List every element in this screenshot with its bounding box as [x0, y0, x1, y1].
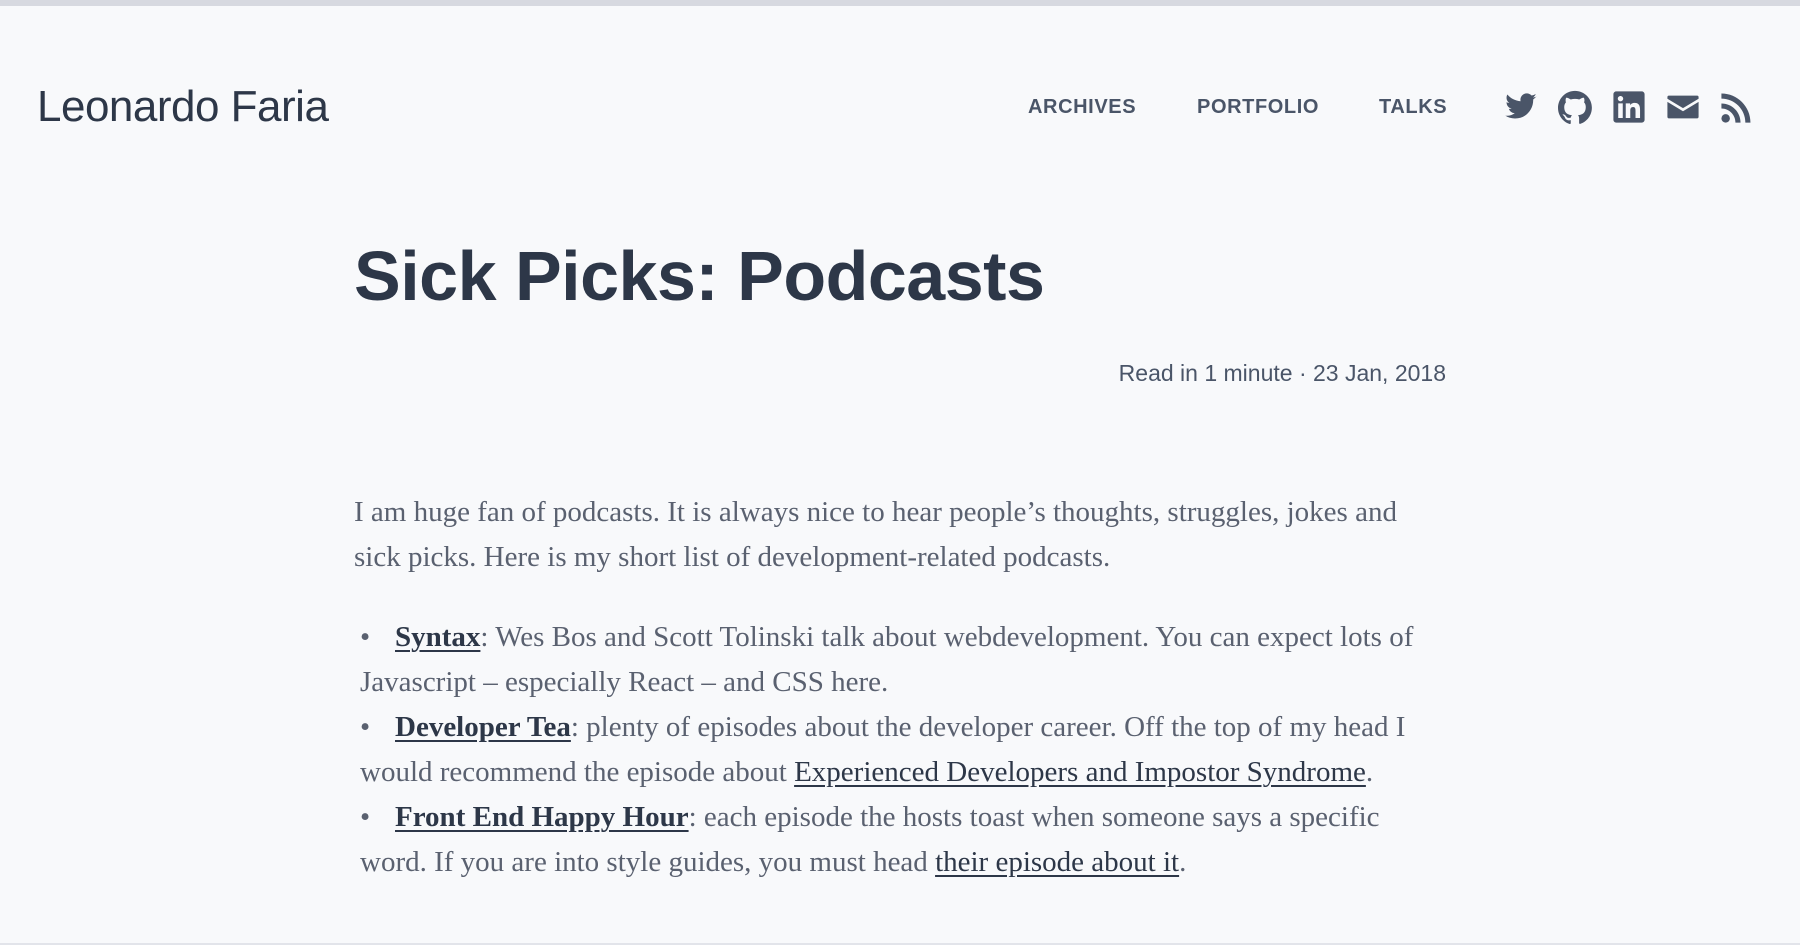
bullet: •: [360, 801, 371, 833]
post-title: Sick Picks: Podcasts: [354, 237, 1045, 315]
list-item: • Developer Tea: plenty of episodes about…: [354, 705, 1446, 795]
list-item: • Front End Happy Hour: each episode the …: [354, 795, 1446, 885]
bullet: •: [360, 621, 371, 653]
linkedin-icon[interactable]: [1612, 90, 1646, 124]
list-item-text: : Wes Bos and Scott Tolinski talk about …: [360, 621, 1414, 698]
list-item-text-end: .: [1365, 756, 1374, 788]
twitter-icon[interactable]: [1504, 90, 1538, 124]
list-item: • Syntax: Wes Bos and Scott Tolinski talk…: [354, 615, 1446, 705]
post-body: I am huge fan of podcasts. It is always …: [354, 490, 1446, 885]
rss-icon[interactable]: [1720, 90, 1754, 124]
github-icon[interactable]: [1558, 90, 1592, 124]
episode-link-impostor-syndrome[interactable]: Experienced Developers and Impostor Synd…: [794, 756, 1366, 788]
site-title-link[interactable]: Leonardo Faria: [37, 79, 329, 135]
podcast-list: • Syntax: Wes Bos and Scott Tolinski talk…: [354, 615, 1446, 885]
post-intro: I am huge fan of podcasts. It is always …: [354, 496, 1397, 573]
post-meta: Read in 1 minute · 23 Jan, 2018: [1118, 360, 1446, 386]
nav-link-archives[interactable]: ARCHIVES: [1028, 93, 1136, 121]
top-accent-bar: [0, 0, 1800, 6]
podcast-link-front-end-happy-hour[interactable]: Front End Happy Hour: [395, 801, 689, 833]
episode-link-style-guides[interactable]: their episode about it: [935, 846, 1179, 878]
nav-link-talks[interactable]: TALKS: [1379, 93, 1447, 121]
podcast-link-developer-tea[interactable]: Developer Tea: [395, 711, 571, 743]
nav-link-portfolio[interactable]: PORTFOLIO: [1197, 93, 1319, 121]
bullet: •: [360, 711, 371, 743]
list-item-text-end: .: [1179, 846, 1187, 878]
podcast-link-syntax[interactable]: Syntax: [395, 621, 480, 653]
email-icon[interactable]: [1666, 90, 1700, 124]
